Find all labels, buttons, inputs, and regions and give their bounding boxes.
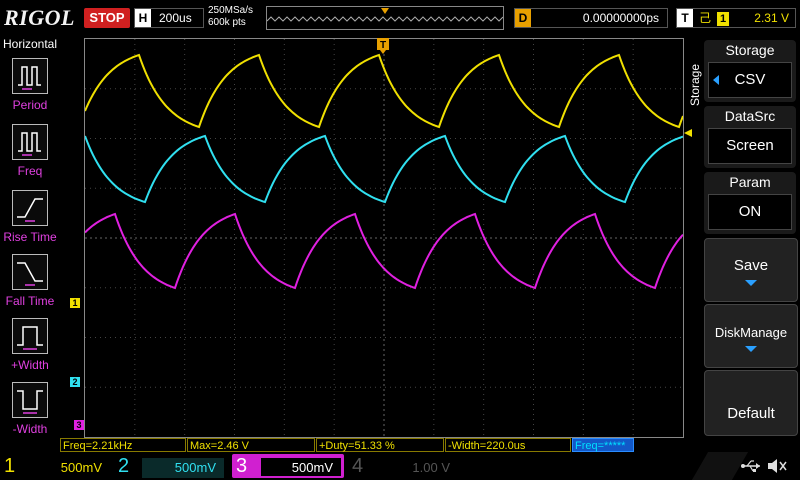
channel-bar: 1 500mV 2 500mV 3 500mV 4 1.00 V	[0, 452, 800, 480]
measurement-item[interactable]: Freq=2.21kHz	[60, 438, 186, 452]
fall-time-icon	[12, 254, 48, 290]
ch2-status[interactable]: 2 500mV	[118, 454, 228, 478]
ch1-status[interactable]: 1 500mV	[4, 454, 114, 478]
period-label: Period	[12, 98, 48, 112]
measurement-item[interactable]: -Width=220.0us	[445, 438, 571, 452]
ch2-offset-marker[interactable]: 2	[70, 377, 80, 387]
datasrc-value: Screen	[708, 128, 792, 164]
default-label: Default	[727, 405, 775, 422]
ch1-offset-marker[interactable]: 1	[70, 298, 80, 308]
save-softkey[interactable]: Save	[704, 238, 798, 302]
left-arrow-icon	[713, 75, 719, 85]
ch4-number: 4	[352, 455, 364, 477]
timebase-indicator[interactable]: H 200us	[134, 8, 204, 28]
measurement-item-selected[interactable]: Freq=*****	[572, 438, 634, 452]
ch2-number: 2	[118, 455, 130, 477]
left-menu-title: Horizontal	[2, 37, 58, 51]
storage-label: Storage	[725, 42, 775, 58]
rigol-logo: RIGOL	[4, 5, 75, 30]
freq-label: Freq	[17, 164, 43, 178]
delay-indicator[interactable]: D 0.00000000ps	[514, 8, 668, 28]
freq-icon	[12, 124, 48, 160]
diskmanage-label: DiskManage	[714, 325, 788, 340]
rising-edge-icon: ⼰	[699, 11, 712, 25]
left-menu-item-rise-time[interactable]: Rise Time	[0, 190, 60, 254]
run-stop-status[interactable]: STOP	[84, 8, 130, 28]
left-menu-item-negative-width[interactable]: -Width	[0, 382, 60, 446]
left-menu-item-fall-time[interactable]: Fall Time	[0, 254, 60, 318]
memory-depth: 600k pts	[208, 17, 246, 28]
waveform-display[interactable]	[84, 38, 684, 438]
storage-value-box: CSV	[708, 62, 792, 98]
trigger-indicator[interactable]: T ⼰ 1 2.31 V	[676, 8, 796, 28]
right-menu-vertical-title: Storage	[686, 42, 704, 112]
timebase-label: H	[135, 9, 151, 27]
save-label: Save	[733, 257, 769, 274]
positive-width-label: +Width	[11, 358, 49, 372]
svg-text:T: T	[380, 40, 386, 51]
measurement-item[interactable]: +Duty=51.33 %	[316, 438, 444, 452]
right-menu-vertical-title-text: Storage	[688, 63, 702, 106]
storage-value: CSV	[734, 71, 766, 88]
rise-time-icon	[12, 190, 48, 226]
graticule	[84, 39, 684, 437]
acquisition-info: 250MSa/s 600k pts	[208, 5, 262, 33]
diskmanage-softkey[interactable]: DiskManage	[704, 304, 798, 368]
fall-time-label: Fall Time	[5, 294, 55, 308]
chevron-down-icon	[745, 346, 757, 352]
ch4-scale: 1.00 V	[412, 460, 450, 475]
datasrc-label: DataSrc	[724, 108, 776, 124]
memory-trigger-marker	[381, 8, 389, 14]
ch4-status[interactable]: 4 1.00 V	[352, 454, 462, 478]
memory-overview	[266, 6, 504, 30]
param-label: Param	[729, 174, 771, 190]
timebase-value: 200us	[159, 11, 192, 25]
trigger-level: 2.31 V	[754, 11, 789, 25]
speaker-muted-icon[interactable]	[766, 458, 788, 474]
measurement-item[interactable]: Max=2.46 V	[187, 438, 315, 452]
left-menu-item-period[interactable]: Period	[0, 58, 60, 122]
positive-width-icon	[12, 318, 48, 354]
delay-label: D	[515, 9, 531, 27]
left-menu-item-freq[interactable]: Freq	[0, 124, 60, 188]
trigger-label: T	[677, 9, 693, 27]
param-value: ON	[708, 194, 792, 230]
datasrc-softkey[interactable]: DataSrc Screen	[704, 106, 796, 168]
storage-softkey[interactable]: Storage CSV	[704, 40, 796, 102]
trigger-level-marker[interactable]	[684, 124, 692, 137]
period-icon	[12, 58, 48, 94]
ch3-status[interactable]: 3 500mV	[232, 454, 344, 478]
trigger-source: 1	[717, 12, 730, 26]
left-menu-item-positive-width[interactable]: +Width	[0, 318, 60, 382]
rise-time-label: Rise Time	[3, 230, 57, 244]
left-menu: Period Freq Rise Time Fall Time +Width -…	[0, 54, 60, 436]
negative-width-icon	[12, 382, 48, 418]
delay-value: 0.00000000ps	[582, 11, 659, 25]
trigger-position-marker[interactable]: T	[377, 38, 389, 54]
ch1-scale: 500mV	[60, 460, 102, 475]
measurement-bar: Freq=2.21kHz Max=2.46 V +Duty=51.33 % -W…	[60, 438, 700, 452]
ch2-scale: 500mV	[142, 458, 224, 478]
default-softkey[interactable]: Default	[704, 370, 798, 436]
param-softkey[interactable]: Param ON	[704, 172, 796, 234]
ch3-scale: 500mV	[260, 457, 342, 477]
usb-icon	[740, 458, 762, 474]
negative-width-label: -Width	[12, 422, 48, 436]
memory-overview-wave	[266, 8, 504, 22]
sample-rate: 250MSa/s	[208, 5, 254, 16]
ch3-number: 3	[236, 455, 248, 477]
ch3-offset-marker[interactable]: 3	[74, 420, 84, 430]
ch1-number: 1	[4, 455, 16, 477]
chevron-down-icon	[745, 280, 757, 286]
